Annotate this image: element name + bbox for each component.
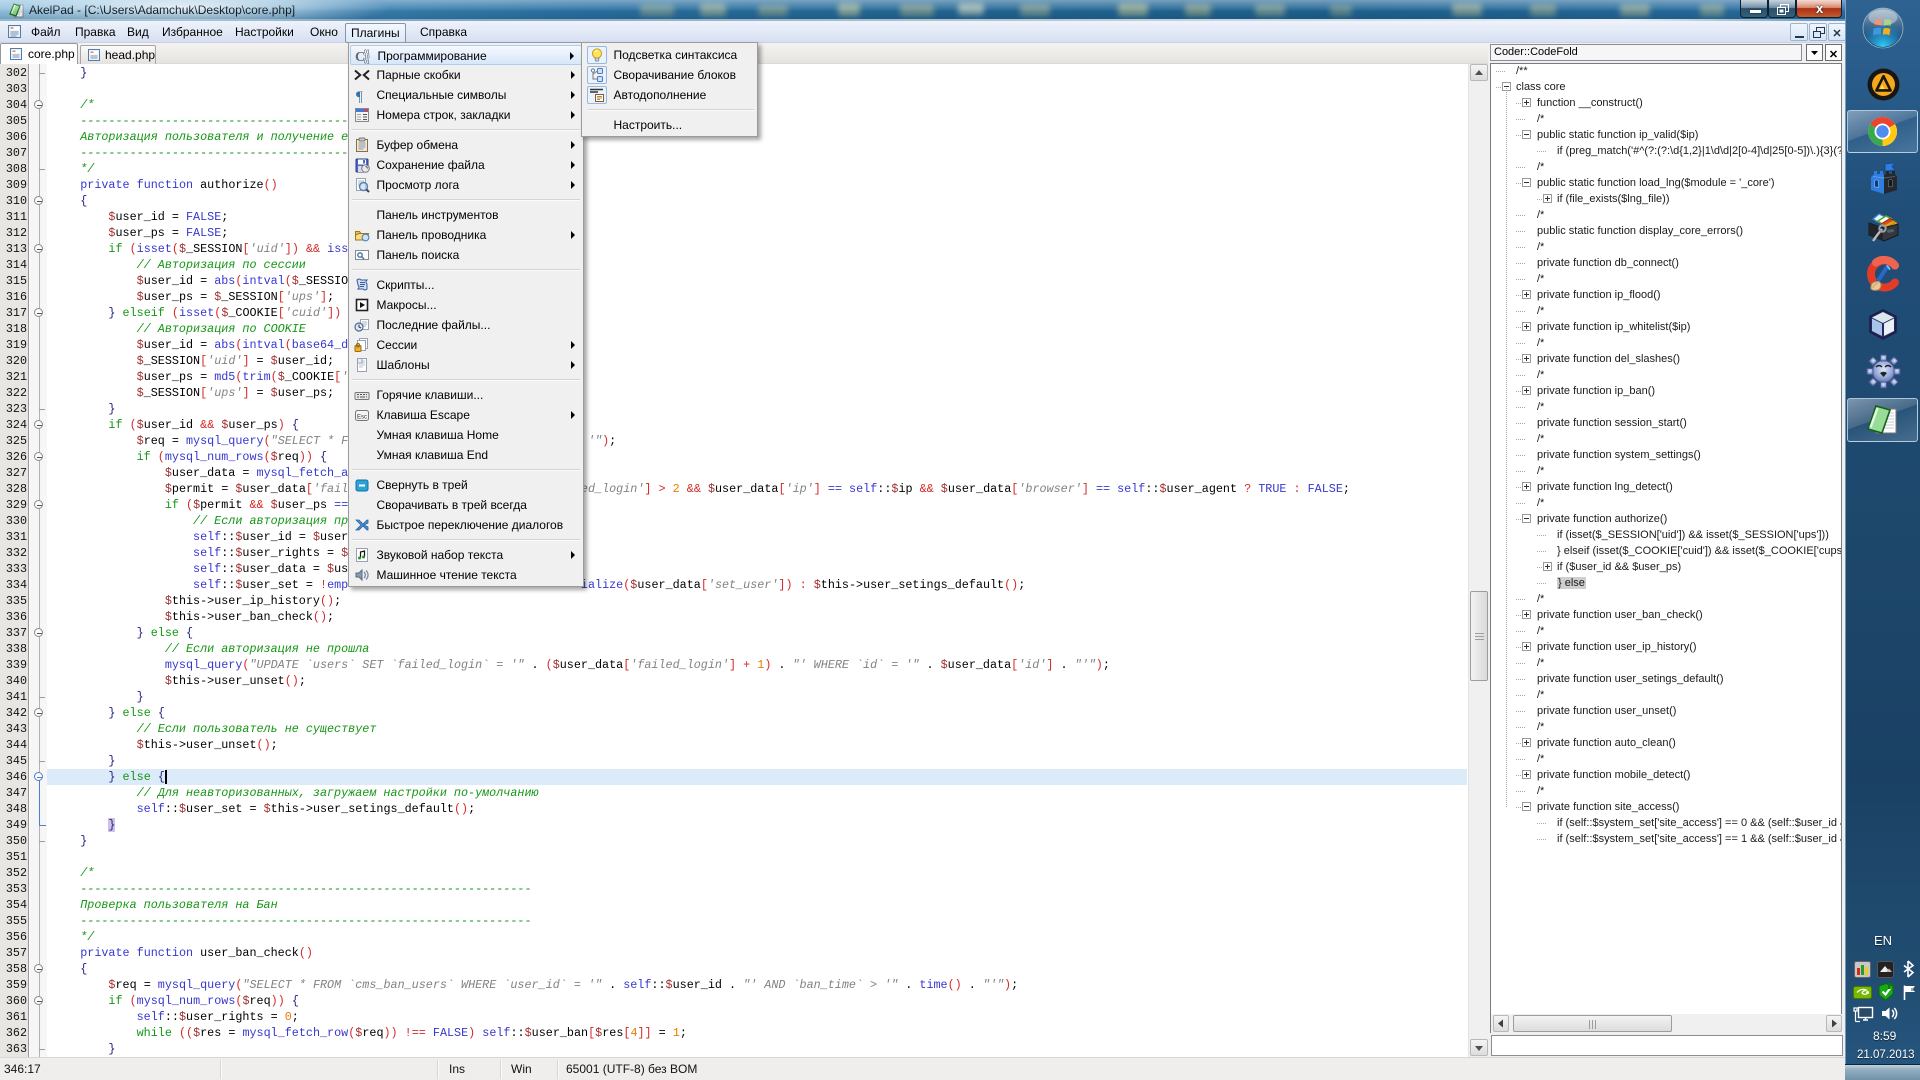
svg-text:¶: ¶ — [356, 89, 363, 103]
svg-text:01: 01 — [364, 59, 370, 64]
svg-text:Esc: Esc — [357, 414, 367, 420]
